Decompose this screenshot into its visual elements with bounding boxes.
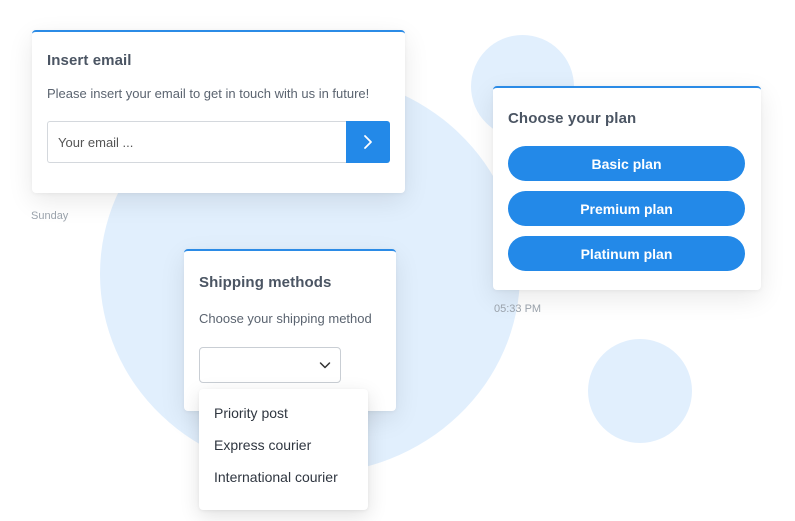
email-form <box>47 121 390 163</box>
email-input[interactable] <box>47 121 346 163</box>
canvas: Insert email Please insert your email to… <box>0 0 795 521</box>
shipping-card: Shipping methods Choose your shipping me… <box>184 249 396 411</box>
shipping-card-title: Shipping methods <box>199 274 332 291</box>
option-international-courier[interactable]: International courier <box>199 461 368 493</box>
shipping-method-select[interactable] <box>199 347 341 383</box>
plan-card-title: Choose your plan <box>508 110 637 127</box>
chevron-right-icon <box>364 135 372 149</box>
platinum-plan-button[interactable]: Platinum plan <box>508 236 745 271</box>
plan-card: Choose your plan Basic plan Premium plan… <box>493 86 761 290</box>
background-circle-small-right <box>588 339 692 443</box>
shipping-options-dropdown: Priority post Express courier Internatio… <box>199 389 368 510</box>
premium-plan-button[interactable]: Premium plan <box>508 191 745 226</box>
timestamp-time: 05:33 PM <box>494 303 542 315</box>
option-priority-post[interactable]: Priority post <box>199 397 368 429</box>
email-card-title: Insert email <box>47 52 132 69</box>
timestamp-day: Sunday <box>31 210 69 222</box>
basic-plan-button[interactable]: Basic plan <box>508 146 745 181</box>
chevron-down-icon <box>319 362 331 369</box>
option-express-courier[interactable]: Express courier <box>199 429 368 461</box>
email-card-description: Please insert your email to get in touch… <box>47 86 370 101</box>
email-submit-button[interactable] <box>346 121 390 163</box>
email-card: Insert email Please insert your email to… <box>32 30 405 193</box>
shipping-card-description: Choose your shipping method <box>199 311 372 326</box>
